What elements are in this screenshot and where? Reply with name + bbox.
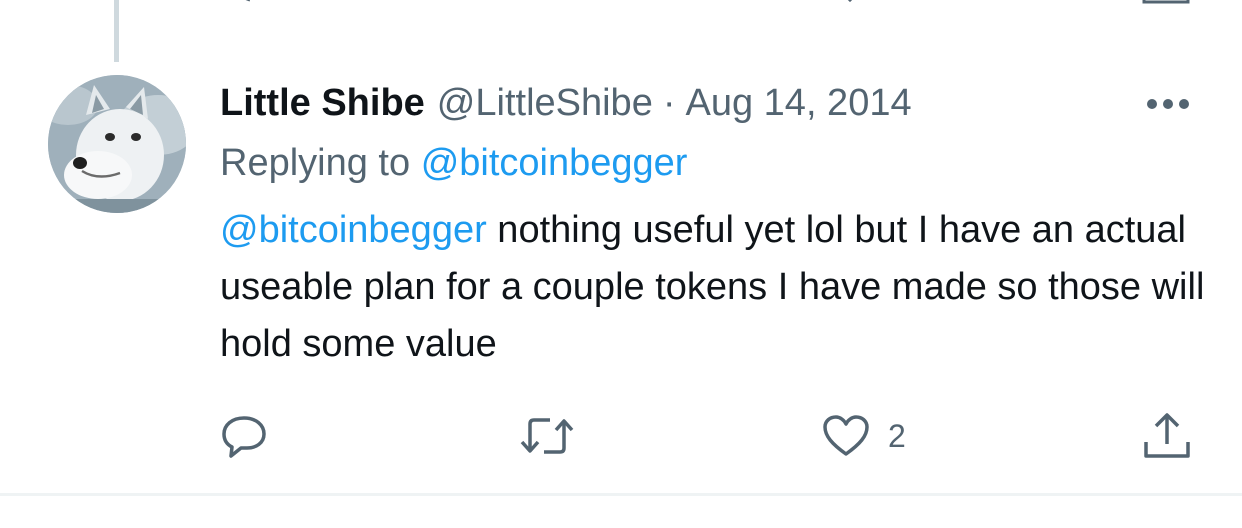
replying-to-label: Replying to [220,142,411,184]
header-separator: · [662,81,676,124]
share-button[interactable] [1142,408,1192,464]
heart-icon [823,415,869,456]
reply-icon [222,416,266,458]
avatar[interactable] [48,75,186,213]
retweet-button[interactable] [518,408,576,464]
tweet-text: @bitcoinbegger nothing useful yet lol bu… [220,202,1220,373]
replying-to-mention[interactable]: @bitcoinbegger [421,142,688,184]
heart-icon[interactable] [830,0,870,6]
like-button[interactable]: 2 [822,408,906,464]
share-icon [1144,413,1190,458]
more-options-button[interactable] [1140,88,1196,120]
replying-to-line: Replying to @bitcoinbegger [220,142,687,185]
tweet-header: Little Shibe @LittleShibe · Aug 14, 2014 [220,78,912,128]
tweet-timestamp[interactable]: Aug 14, 2014 [686,82,912,125]
display-name[interactable]: Little Shibe [220,82,425,125]
tweet-mention-link[interactable]: @bitcoinbegger [220,209,487,251]
retweet-icon[interactable] [518,0,578,6]
tweet-action-bar: 2 [0,408,1242,464]
reply-button[interactable] [220,408,268,464]
thread-connector-line [114,0,119,62]
retweet-icon [520,418,574,454]
shiba-dog-avatar-image [48,75,186,213]
more-icon [1147,99,1189,109]
previous-tweet-actions [0,0,1242,6]
reply-icon[interactable] [228,0,268,6]
user-handle[interactable]: @LittleShibe [437,82,653,125]
share-icon[interactable] [1142,0,1192,6]
like-count: 2 [888,417,906,454]
tweet-divider [0,493,1242,496]
